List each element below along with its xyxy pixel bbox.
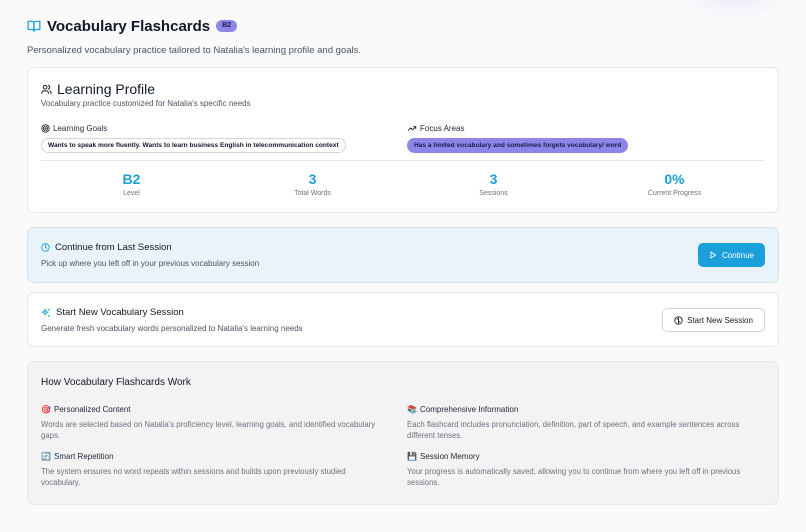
target-icon: [41, 124, 50, 133]
new-session-title-row: Start New Vocabulary Session: [41, 307, 184, 318]
stat-sessions: 3 Sessions: [403, 171, 584, 197]
page-header: Vocabulary Flashcards B2 Personalized vo…: [27, 17, 787, 57]
new-session-title: Start New Vocabulary Session: [56, 307, 184, 318]
stat-current-progress: 0% Current Progress: [584, 171, 765, 197]
profile-title: Learning Profile: [57, 81, 156, 97]
learning-goals-field: Learning Goals Wants to speak more fluen…: [41, 124, 346, 153]
stat-label: Sessions: [479, 190, 508, 197]
trending-up-icon: [407, 126, 417, 131]
profile-stats: B2 Level 3 Total Words 3 Sessions 0% Cur…: [41, 171, 765, 197]
continue-session-card: Continue from Last Session Pick up where…: [27, 227, 779, 283]
continue-description: Pick up where you left off in your previ…: [41, 259, 260, 268]
book-open-icon: [27, 20, 41, 32]
page-subtitle: Personalized vocabulary practice tailore…: [27, 45, 361, 56]
continue-title-row: Continue from Last Session: [41, 242, 172, 253]
learning-goals-label-row: Learning Goals: [41, 124, 346, 133]
feature-title-row: 🎯 Personalized Content: [41, 405, 386, 414]
start-new-session-button[interactable]: Start New Session: [662, 308, 765, 332]
profile-title-row: Learning Profile: [41, 81, 155, 97]
how-it-works-card: How Vocabulary Flashcards Work 🎯 Persona…: [27, 361, 779, 505]
stat-label: Level: [123, 190, 140, 197]
feature-description: Words are selected based on Natalia's pr…: [41, 420, 376, 440]
feature-personalized-content: 🎯 Personalized Content Words are selecte…: [41, 405, 386, 441]
users-icon: [41, 84, 52, 94]
clock-icon: [41, 243, 50, 252]
feature-description: Your progress is automatically saved, al…: [407, 467, 741, 487]
stat-value: B2: [122, 171, 141, 187]
feature-title: Smart Repetition: [54, 452, 114, 461]
play-icon: [710, 251, 717, 259]
new-session-card: Start New Vocabulary Session Generate fr…: [27, 292, 779, 347]
continue-button[interactable]: Continue: [698, 243, 765, 267]
floppy-disk-emoji-icon: 💾: [407, 452, 417, 461]
feature-title-row: 💾 Session Memory: [407, 452, 752, 461]
sparkles-icon: [41, 308, 50, 317]
feature-title-row: 🔄 Smart Repetition: [41, 452, 386, 461]
focus-areas-field: Focus Areas Has a limited vocabulary and…: [407, 124, 629, 153]
focus-areas-label: Focus Areas: [420, 124, 465, 133]
learning-goals-label: Learning Goals: [53, 124, 108, 133]
feature-smart-repetition: 🔄 Smart Repetition The system ensures no…: [41, 452, 386, 488]
new-session-description: Generate fresh vocabulary words personal…: [41, 324, 303, 333]
title-row: Vocabulary Flashcards B2: [27, 17, 787, 35]
focus-areas-label-row: Focus Areas: [407, 124, 628, 133]
stat-label: Total Words: [294, 190, 331, 197]
continue-title: Continue from Last Session: [55, 242, 172, 253]
learning-goals-chip: Wants to speak more fluently. Wants to l…: [41, 138, 346, 153]
stat-level: B2 Level: [41, 171, 222, 197]
feature-comprehensive-information: 📚 Comprehensive Information Each flashca…: [407, 405, 752, 441]
brain-icon: [674, 315, 683, 325]
stat-label: Current Progress: [647, 190, 702, 197]
feature-session-memory: 💾 Session Memory Your progress is automa…: [407, 452, 752, 488]
how-title: How Vocabulary Flashcards Work: [41, 377, 191, 388]
profile-description: Vocabulary practice customized for Natal…: [41, 99, 251, 108]
profile-divider: [41, 160, 765, 161]
start-new-session-label: Start New Session: [687, 315, 753, 325]
learning-profile-card: Learning Profile Vocabulary practice cus…: [27, 67, 779, 213]
page-title: Vocabulary Flashcards: [47, 17, 211, 35]
focus-areas-chip: Has a limited vocabulary and sometimes f…: [407, 138, 629, 153]
target-emoji-icon: 🎯: [41, 405, 51, 414]
stat-total-words: 3 Total Words: [222, 171, 403, 197]
stat-value: 3: [308, 171, 317, 187]
feature-description: The system ensures no word repeats withi…: [41, 467, 346, 487]
feature-title: Comprehensive Information: [420, 405, 519, 414]
feature-title-row: 📚 Comprehensive Information: [407, 405, 752, 414]
level-badge: B2: [216, 20, 238, 32]
feature-title: Session Memory: [420, 452, 480, 461]
stat-value: 3: [489, 171, 498, 187]
feature-title: Personalized Content: [54, 405, 131, 414]
stat-value: 0%: [664, 171, 685, 187]
books-emoji-icon: 📚: [407, 405, 417, 414]
feature-description: Each flashcard includes pronunciation, d…: [407, 420, 740, 440]
continue-button-label: Continue: [721, 250, 755, 260]
repeat-emoji-icon: 🔄: [41, 452, 51, 461]
